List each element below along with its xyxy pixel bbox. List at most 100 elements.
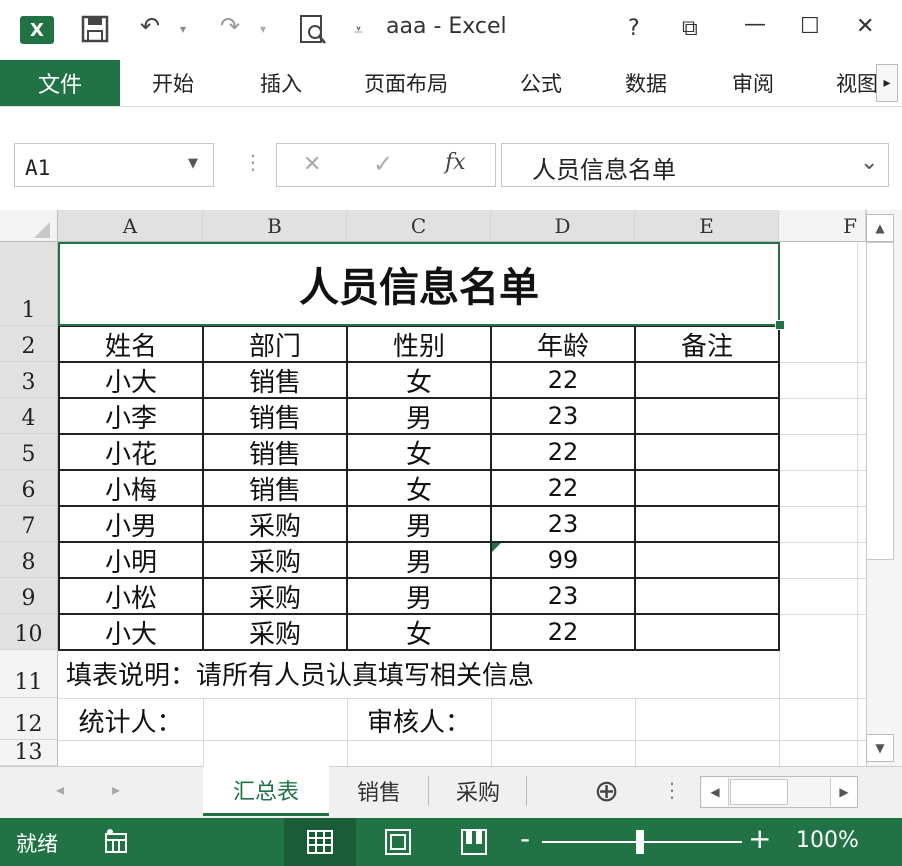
sheet-tab-purchase[interactable]: 采购: [434, 766, 522, 816]
close-button[interactable]: ✕: [856, 14, 874, 39]
page-layout-view-icon[interactable]: [384, 828, 412, 860]
row-header-4[interactable]: 4: [0, 398, 58, 434]
sheet-next-icon[interactable]: ▸: [112, 780, 120, 799]
print-preview-icon[interactable]: [298, 14, 328, 46]
help-button[interactable]: ?: [628, 16, 640, 41]
normal-view-button[interactable]: [284, 818, 356, 866]
table-cell[interactable]: [636, 543, 778, 577]
sheet-tab-sales[interactable]: 销售: [335, 766, 423, 816]
table-cell[interactable]: 女: [348, 615, 490, 650]
ribbon-display-options-icon[interactable]: ⧉: [682, 16, 698, 41]
table-cell[interactable]: [636, 399, 778, 433]
header-cell-dept[interactable]: 部门: [204, 327, 346, 362]
tab-data[interactable]: 数据: [625, 68, 667, 98]
save-icon[interactable]: [80, 14, 110, 44]
table-cell[interactable]: 女: [348, 435, 490, 470]
zoom-out-button[interactable]: -: [520, 822, 530, 855]
tab-file[interactable]: 文件: [0, 60, 120, 106]
name-box[interactable]: A1: [14, 143, 214, 187]
table-cell[interactable]: 小明: [60, 543, 202, 578]
column-header-c[interactable]: C: [347, 210, 491, 242]
scroll-thumb[interactable]: [866, 242, 894, 560]
table-cell[interactable]: 23: [492, 399, 634, 433]
macro-record-icon[interactable]: [104, 828, 130, 854]
column-header-e[interactable]: E: [635, 210, 779, 242]
redo-dropdown-icon[interactable]: ▾: [260, 22, 266, 36]
table-cell[interactable]: 男: [348, 579, 490, 614]
tab-insert[interactable]: 插入: [260, 68, 302, 98]
zoom-level[interactable]: 100%: [796, 828, 859, 853]
scroll-right-icon[interactable]: ▶: [830, 778, 857, 806]
table-cell[interactable]: 男: [348, 543, 490, 578]
table-cell[interactable]: [636, 435, 778, 469]
row-header-1[interactable]: 1: [0, 242, 58, 326]
new-sheet-icon[interactable]: ⊕: [594, 774, 619, 809]
table-cell[interactable]: 小男: [60, 507, 202, 542]
table-cell[interactable]: 小松: [60, 579, 202, 614]
reviewer-label[interactable]: 审核人：: [347, 700, 491, 740]
table-cell[interactable]: 女: [348, 363, 490, 398]
table-cell[interactable]: 采购: [204, 615, 346, 650]
table-cell[interactable]: 销售: [204, 399, 346, 434]
table-cell[interactable]: [636, 579, 778, 613]
zoom-slider-thumb[interactable]: [636, 830, 644, 854]
table-cell[interactable]: 22: [492, 615, 634, 649]
undo-dropdown-icon[interactable]: ▾: [180, 22, 186, 36]
row-header-13[interactable]: 13: [0, 740, 58, 766]
scroll-down-icon[interactable]: ▼: [866, 734, 894, 762]
table-cell[interactable]: 销售: [204, 471, 346, 506]
redo-icon[interactable]: ↷: [220, 12, 240, 40]
table-cell[interactable]: 采购: [204, 543, 346, 578]
scroll-up-icon[interactable]: ▲: [866, 214, 894, 242]
table-cell[interactable]: 小花: [60, 435, 202, 470]
table-cell[interactable]: 小李: [60, 399, 202, 434]
table-cell[interactable]: 销售: [204, 435, 346, 470]
table-cell[interactable]: [636, 363, 778, 397]
table-cell[interactable]: 小大: [60, 615, 202, 650]
column-header-f[interactable]: F: [779, 210, 866, 242]
sheet-tab-summary[interactable]: 汇总表: [203, 766, 329, 816]
select-all-corner[interactable]: [0, 210, 58, 242]
table-cell[interactable]: 采购: [204, 507, 346, 542]
page-break-view-icon[interactable]: [460, 828, 488, 860]
maximize-button[interactable]: ☐: [800, 14, 820, 39]
enter-icon[interactable]: ✓: [373, 150, 393, 178]
table-cell[interactable]: 女: [348, 471, 490, 506]
header-cell-name[interactable]: 姓名: [60, 327, 202, 362]
scroll-left-icon[interactable]: ◀: [702, 778, 729, 806]
tab-split-grip-icon[interactable]: ⋮: [662, 778, 682, 802]
sheet-title-cell[interactable]: 人员信息名单: [58, 242, 780, 326]
formula-input[interactable]: 人员信息名单: [501, 143, 889, 187]
cancel-icon[interactable]: ✕: [303, 152, 321, 177]
table-cell[interactable]: 采购: [204, 579, 346, 614]
stat-person-label[interactable]: 统计人：: [58, 700, 203, 740]
table-cell[interactable]: [636, 471, 778, 505]
table-cell[interactable]: 22: [492, 471, 634, 505]
sheet-prev-icon[interactable]: ◂: [56, 780, 64, 799]
header-cell-remark[interactable]: 备注: [636, 327, 778, 362]
row-header-6[interactable]: 6: [0, 470, 58, 506]
tab-view[interactable]: 视图: [836, 68, 880, 98]
row-header-12[interactable]: 12: [0, 698, 58, 740]
name-box-dropdown-icon[interactable]: ▼: [188, 156, 198, 171]
column-header-b[interactable]: B: [203, 210, 347, 242]
row-header-3[interactable]: 3: [0, 362, 58, 398]
table-cell[interactable]: 99: [492, 543, 634, 577]
tab-home[interactable]: 开始: [152, 68, 194, 98]
table-cell[interactable]: 男: [348, 507, 490, 542]
tab-formulas[interactable]: 公式: [520, 68, 562, 98]
table-cell[interactable]: 22: [492, 363, 634, 397]
row-header-5[interactable]: 5: [0, 434, 58, 470]
column-header-a[interactable]: A: [58, 210, 203, 242]
note-cell[interactable]: 填表说明：请所有人员认真填写相关信息: [66, 655, 534, 692]
row-header-2[interactable]: 2: [0, 326, 58, 362]
row-header-7[interactable]: 7: [0, 506, 58, 542]
minimize-button[interactable]: —: [744, 12, 766, 37]
header-cell-gender[interactable]: 性别: [348, 327, 490, 362]
table-cell[interactable]: 23: [492, 507, 634, 541]
row-header-9[interactable]: 9: [0, 578, 58, 614]
zoom-in-button[interactable]: +: [748, 822, 771, 855]
expand-formula-bar-icon[interactable]: ⌄: [860, 150, 878, 175]
table-cell[interactable]: [636, 507, 778, 541]
table-cell[interactable]: 小梅: [60, 471, 202, 506]
